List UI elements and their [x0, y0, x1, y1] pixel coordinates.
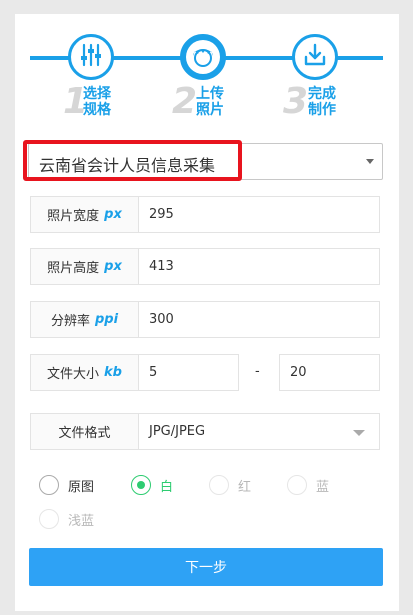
- filesize-label-text: 文件大小: [47, 367, 100, 382]
- bg-option-light-blue: 浅蓝: [39, 509, 94, 529]
- step-progress: 1 选择规格 2 上传照片 3 完成制作: [0, 0, 413, 125]
- bg-option-label: 蓝: [316, 479, 330, 495]
- bg-option-white[interactable]: 白: [131, 475, 173, 495]
- format-label-text: 文件格式: [58, 426, 111, 441]
- bg-option-label: 红: [238, 479, 252, 495]
- height-input[interactable]: 413: [138, 248, 380, 285]
- dpi-unit: ppi: [94, 312, 119, 327]
- format-select-value: JPG/JPEG: [149, 424, 206, 439]
- next-button[interactable]: 下一步: [29, 548, 383, 586]
- highlight-box: [23, 140, 242, 181]
- dpi-label-text: 分辨率: [50, 314, 90, 329]
- radio-circle: [131, 475, 151, 495]
- bg-option-blue: 蓝: [287, 475, 329, 495]
- bg-option-label: 原图: [68, 479, 95, 495]
- filesize-unit: kb: [104, 365, 122, 380]
- portrait-icon: [190, 42, 216, 72]
- filesize-label: 文件大小 kb: [30, 354, 139, 391]
- radio-circle: [287, 475, 307, 495]
- radio-circle: [39, 475, 59, 495]
- radio-circle: [39, 509, 59, 529]
- bg-option-label: 白: [160, 479, 174, 495]
- dpi-input[interactable]: 300: [138, 301, 380, 338]
- width-label: 照片宽度 px: [30, 196, 139, 233]
- step-1-label: 选择规格: [83, 86, 111, 118]
- filesize-max-input[interactable]: 20: [279, 354, 380, 391]
- step-1-circle: [68, 34, 114, 80]
- height-unit: px: [104, 259, 122, 274]
- bg-option-original[interactable]: 原图: [39, 475, 94, 495]
- height-label-text: 照片高度: [47, 261, 100, 276]
- caret-down-icon: [353, 430, 365, 436]
- width-input[interactable]: 295: [138, 196, 380, 233]
- bg-option-red: 红: [209, 475, 251, 495]
- format-select[interactable]: JPG/JPEG: [138, 413, 380, 450]
- dpi-label: 分辨率 ppi: [30, 301, 139, 338]
- sliders-icon: [78, 42, 104, 72]
- download-icon: [302, 42, 328, 72]
- step-2-circle: [180, 34, 226, 80]
- width-unit: px: [104, 207, 122, 222]
- height-label: 照片高度 px: [30, 248, 139, 285]
- step-2-number: 2: [172, 81, 198, 122]
- step-3-circle: [292, 34, 338, 80]
- width-label-text: 照片宽度: [47, 209, 100, 224]
- filesize-separator: -: [255, 364, 260, 379]
- step-3-number: 3: [283, 81, 309, 122]
- step-3-label: 完成制作: [308, 86, 336, 118]
- step-2-label: 上传照片: [196, 86, 224, 118]
- filesize-min-input[interactable]: 5: [138, 354, 239, 391]
- bg-option-label: 浅蓝: [68, 513, 95, 529]
- caret-down-icon: [366, 159, 374, 164]
- format-label: 文件格式: [30, 413, 139, 450]
- radio-circle: [209, 475, 229, 495]
